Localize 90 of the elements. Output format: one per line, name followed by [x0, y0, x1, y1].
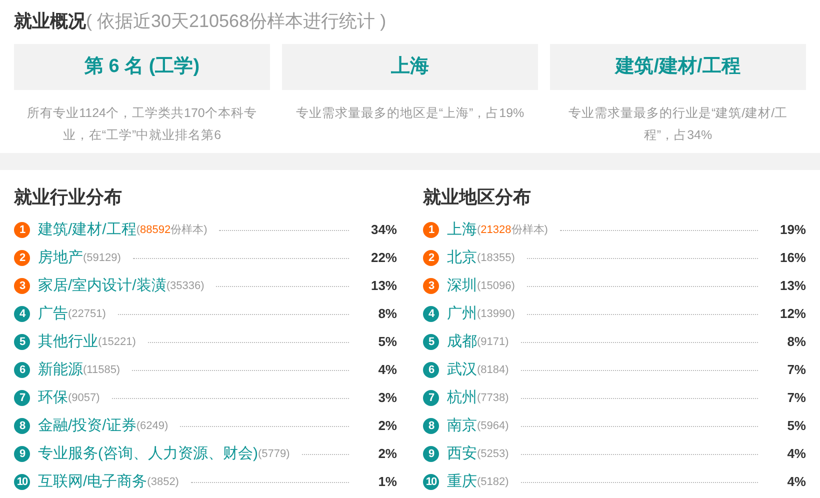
percentage: 5%	[377, 333, 397, 352]
rank-badge: 2	[423, 250, 439, 266]
sample-count: (6249)	[136, 418, 168, 434]
sample-count: (7738)	[477, 390, 509, 406]
percentage: 4%	[786, 445, 806, 464]
rank-badge: 5	[14, 334, 30, 350]
item-link[interactable]: 互联网/电子商务	[38, 470, 148, 494]
percentage: 34%	[370, 221, 397, 240]
rank-badge: 10	[14, 474, 30, 490]
percentage: 8%	[377, 305, 397, 324]
percentage: 2%	[377, 445, 397, 464]
item-link[interactable]: 北京	[447, 246, 477, 270]
item-link[interactable]: 房地产	[38, 246, 83, 270]
percentage: 2%	[377, 417, 397, 436]
percentage: 12%	[778, 305, 806, 324]
item-link[interactable]: 重庆	[447, 470, 477, 494]
percentage: 1%	[377, 473, 397, 492]
rank-badge: 10	[423, 474, 439, 490]
item-link[interactable]: 环保	[38, 386, 68, 410]
sample-count: (9057)	[68, 390, 100, 406]
item-link[interactable]: 武汉	[447, 358, 477, 382]
item-link[interactable]: 西安	[447, 442, 477, 466]
summary-card: 建筑/建材/工程	[550, 44, 806, 90]
sample-count: (13990)	[477, 306, 515, 322]
item-link[interactable]: 杭州	[447, 386, 477, 410]
sample-count: (5964)	[477, 418, 509, 434]
item-link[interactable]: 广告	[38, 302, 68, 326]
percentage: 13%	[778, 277, 806, 296]
item-link[interactable]: 新能源	[38, 358, 83, 382]
section-title: 就业概况	[14, 10, 86, 33]
item-link[interactable]: 其他行业	[38, 330, 98, 354]
item-link[interactable]: 家居/室内设计/装潢	[38, 274, 166, 298]
sample-count: (11585)	[83, 362, 120, 378]
percentage: 3%	[377, 389, 397, 408]
rank-badge: 9	[423, 446, 439, 462]
rank-badge: 9	[14, 446, 30, 462]
item-link[interactable]: 专业服务(咨询、人力资源、财会)	[38, 442, 258, 466]
sample-count: (5182)	[477, 474, 509, 490]
sample-count: (9171)	[477, 334, 509, 350]
rank-badge: 1	[14, 222, 30, 238]
rank-badge: 8	[423, 418, 439, 434]
percentage: 19%	[778, 221, 806, 240]
item-link[interactable]: 成都	[447, 330, 477, 354]
sample-count: (15096)	[477, 278, 515, 294]
item-link[interactable]: 金融/投资/证券	[38, 414, 136, 438]
item-link[interactable]: 建筑/建材/工程	[38, 218, 136, 242]
section-title: 就业地区分布	[423, 186, 532, 209]
percentage: 22%	[370, 249, 397, 268]
subtitle: ( 依据近30天210568份样本进行统计 )	[86, 10, 386, 33]
percentage: 5%	[786, 417, 806, 436]
rank-badge: 6	[423, 362, 439, 378]
percentage: 8%	[786, 333, 806, 352]
percentage: 4%	[786, 473, 806, 492]
sample-count: (59129)	[83, 250, 121, 266]
sample-count: (8184)	[477, 362, 509, 378]
percentage: 13%	[370, 277, 397, 296]
rank-badge: 4	[423, 306, 439, 322]
card-description: 所有专业1124个，工学类共170个本科专业，在“工学”中就业排名第6	[26, 105, 258, 144]
percentage: 4%	[377, 361, 397, 380]
rank-badge: 7	[423, 390, 439, 406]
section-title: 就业行业分布	[14, 186, 123, 209]
item-link[interactable]: 上海	[447, 218, 477, 242]
sample-count: (3852)	[147, 474, 179, 490]
sample-count: (35336)	[166, 278, 204, 294]
sample-count: (22751)	[68, 306, 106, 322]
percentage: 16%	[778, 249, 806, 268]
summary-card: 上海	[282, 44, 538, 90]
card-description: 专业需求量最多的地区是“上海”，占19%	[294, 105, 526, 122]
rank-badge: 3	[423, 278, 439, 294]
rank-badge: 1	[423, 222, 439, 238]
sample-count: (5253)	[477, 446, 509, 462]
percentage: 7%	[786, 389, 806, 408]
rank-badge: 8	[14, 418, 30, 434]
summary-card: 第 6 名 (工学)	[14, 44, 270, 90]
sample-count: (15221)	[98, 334, 136, 350]
rank-badge: 5	[423, 334, 439, 350]
item-link[interactable]: 深圳	[447, 274, 477, 298]
sample-count: (88592份样本)	[136, 222, 208, 238]
rank-badge: 7	[14, 390, 30, 406]
rank-badge: 2	[14, 250, 30, 266]
percentage: 7%	[786, 361, 806, 380]
rank-badge: 4	[14, 306, 30, 322]
card-description: 专业需求量最多的行业是“建筑/建材/工程”，占34%	[567, 105, 789, 144]
rank-badge: 6	[14, 362, 30, 378]
sample-count: (18355)	[477, 250, 515, 266]
item-link[interactable]: 南京	[447, 414, 477, 438]
rank-badge: 3	[14, 278, 30, 294]
sample-count: (5779)	[258, 446, 290, 462]
item-link[interactable]: 广州	[447, 302, 477, 326]
sample-count: (21328份样本)	[477, 222, 548, 238]
